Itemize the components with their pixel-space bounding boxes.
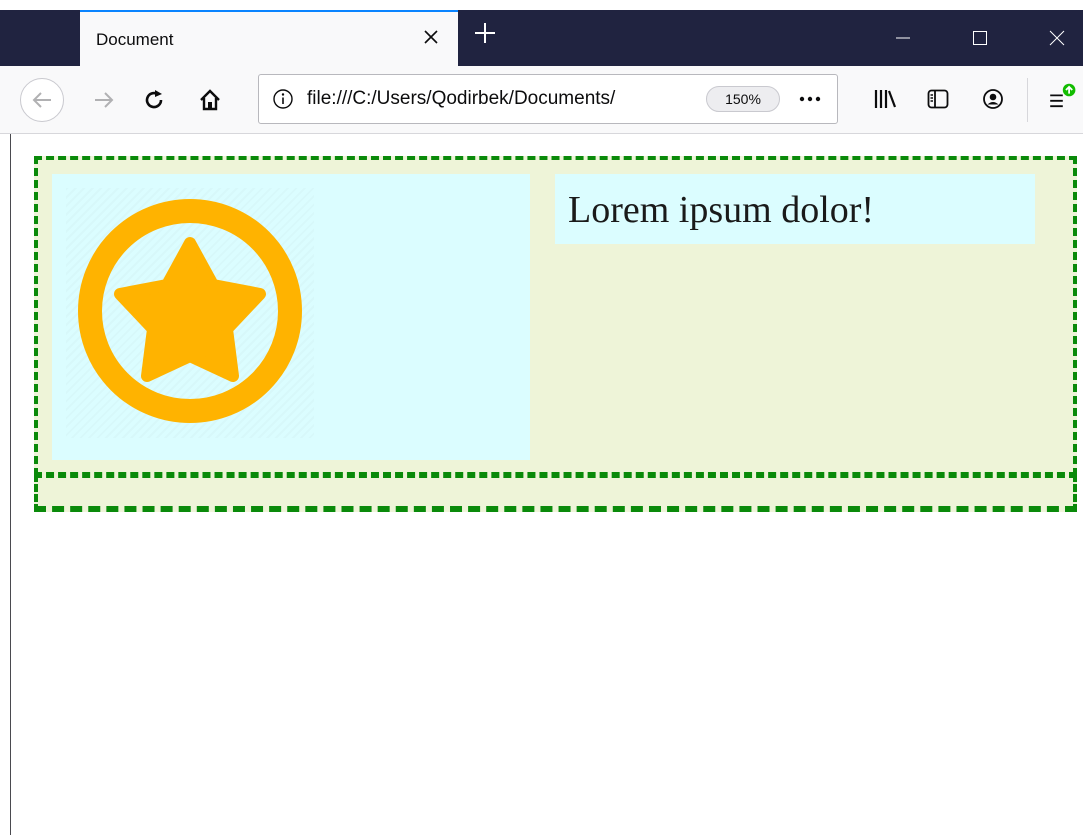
arrow-left-icon[interactable] [20,78,64,122]
home-icon[interactable] [190,80,230,120]
viewport-edge [10,134,11,835]
navigation-bar: file:///C:/Users/Qodirbek/Documents/ 150… [0,66,1083,134]
library-icon[interactable] [867,81,903,117]
star-badge-icon [78,199,302,423]
hamburger-menu-icon[interactable] [1043,81,1079,117]
sidebar-icon[interactable] [920,81,956,117]
minimize-icon[interactable] [880,10,926,66]
account-icon[interactable] [975,81,1011,117]
window-close-icon[interactable] [1034,10,1080,66]
url-text[interactable]: file:///C:/Users/Qodirbek/Documents/ [307,88,697,110]
empty-dashed-box [34,474,1077,512]
title-bar: Document [0,0,1083,67]
toolbar-separator [1027,78,1028,122]
arrow-right-icon[interactable] [84,80,124,120]
ellipsis-icon[interactable] [793,87,827,111]
page-heading: Lorem ipsum dolor! [568,189,875,231]
tab-title: Document [96,30,174,49]
info-icon[interactable] [271,87,295,111]
tab-document[interactable]: Document [80,10,458,67]
reload-icon[interactable] [134,80,174,120]
close-icon[interactable] [418,24,444,50]
url-bar[interactable]: file:///C:/Users/Qodirbek/Documents/ 150… [258,74,838,124]
plus-icon[interactable] [470,18,500,48]
zoom-level[interactable]: 150% [706,86,780,112]
maximize-icon[interactable] [957,10,1003,66]
text-cell: Lorem ipsum dolor! [555,174,1035,244]
